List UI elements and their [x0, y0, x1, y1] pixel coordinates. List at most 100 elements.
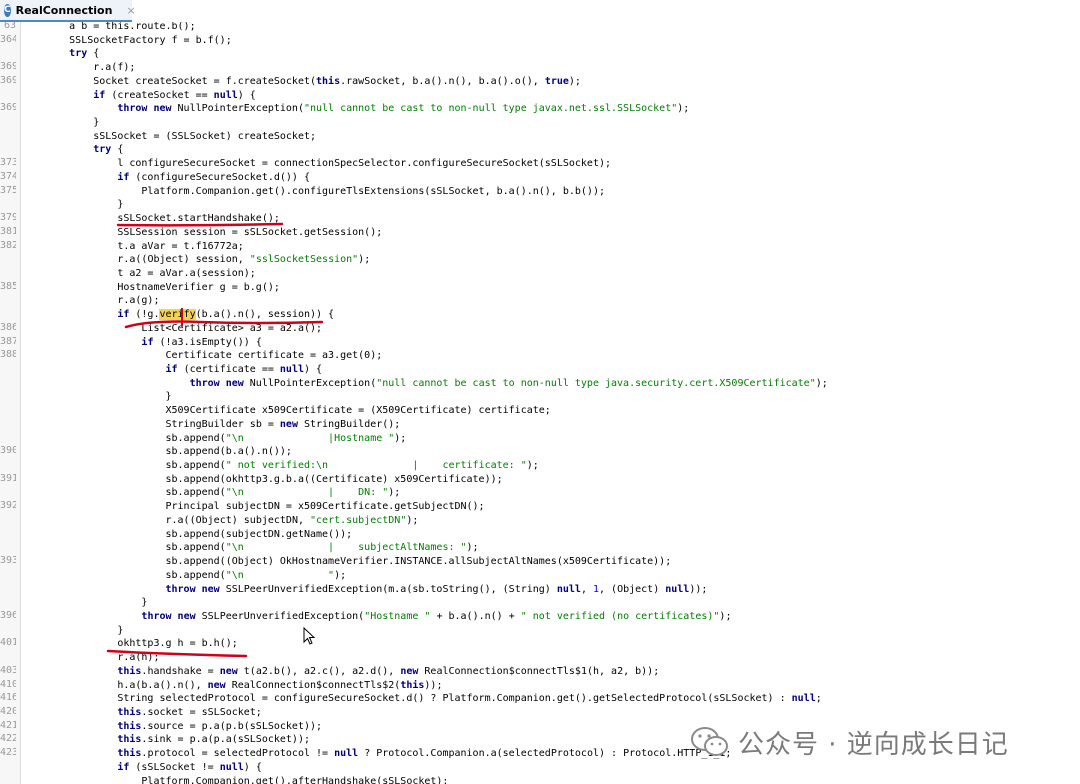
code-line[interactable]: sb.append((Object) OkHostnameVerifier.IN… — [21, 555, 671, 569]
code-line[interactable]: sb.append(b.a().n()); — [21, 445, 291, 459]
line-number: 63 — [3, 22, 16, 31]
code-token: SSLPeerUnverifiedException( — [195, 610, 365, 622]
code-line[interactable]: try { — [21, 143, 123, 157]
code-token: try — [93, 144, 112, 156]
code-token: Object — [231, 556, 268, 568]
code-line[interactable]: sSLSocket.startHandshake(); — [21, 212, 280, 226]
line-number — [0, 486, 16, 500]
code-token: throw new — [141, 610, 196, 622]
code-line[interactable]: Principal subjectDN = x509Certificate.ge… — [21, 500, 484, 514]
code-token: okhttp3.g h = b.h(); — [21, 638, 238, 650]
code-line[interactable]: SSLSession session = sSLSocket.getSessio… — [21, 226, 382, 240]
code-token: try — [69, 48, 88, 60]
code-token: "\n |Hostname " — [225, 432, 395, 444]
code-line[interactable]: List<Certificate> a3 = a2.a(); — [21, 322, 322, 336]
code-line[interactable]: sb.append("\n | subjectAltNames: "); — [21, 541, 479, 555]
code-line[interactable]: this.protocol = selectedProtocol != null… — [21, 747, 731, 761]
line-number: 416 — [0, 692, 16, 704]
line-number: 401 — [0, 637, 16, 649]
code-line[interactable]: throw new SSLPeerUnverifiedException("Ho… — [21, 610, 731, 624]
code-line[interactable]: r.a(h); — [21, 651, 159, 665]
code-line[interactable]: Certificate certificate = a3.get(0); — [21, 349, 382, 363]
code-line[interactable]: sb.append(okhttp3.g.b.a((Certificate) x5… — [21, 473, 502, 487]
code-line[interactable]: } — [21, 390, 172, 404]
tab-realconnection[interactable]: C RealConnection × — [0, 0, 136, 22]
code-line[interactable]: Socket createSocket = f.createSocket(thi… — [21, 75, 581, 89]
code-line[interactable]: r.a((Object) subjectDN, "cert.subjectDN"… — [21, 514, 418, 528]
code-line[interactable]: okhttp3.g h = b.h(); — [21, 637, 238, 651]
code-token: ) { — [304, 364, 323, 375]
code-token: )); — [689, 583, 708, 595]
code-line[interactable]: t a2 = aVar.a(session); — [21, 267, 255, 281]
code-line[interactable]: this.socket = sSLSocket; — [21, 706, 262, 720]
line-number: 410 — [0, 678, 16, 690]
code-line[interactable]: sb.append("\n | DN: "); — [21, 486, 400, 500]
code-editor[interactable]: a b = this.route.b(); SSLSocketFactory f… — [21, 22, 1080, 784]
code-line[interactable]: if (certificate == null) { — [21, 363, 323, 377]
code-line[interactable]: sb.append("\n "); — [21, 569, 346, 583]
line-number: 387 — [0, 335, 16, 347]
code-line[interactable]: this.source = p.a(p.b(sSLSocket)); — [21, 720, 322, 734]
code-token: null — [219, 761, 244, 773]
code-line[interactable]: h.a(b.a().n(), new RealConnection$connec… — [21, 679, 442, 693]
code-line[interactable]: r.a((Object) session, "sslSocketSession"… — [21, 253, 370, 267]
line-number: 393 — [0, 555, 16, 567]
line-number — [0, 89, 16, 103]
code-token: .protocol = selectedProtocol != — [141, 748, 335, 760]
code-token: r.a(h); — [21, 652, 160, 664]
code-line[interactable]: this.sink = p.a(p.a(sSLSocket)); — [21, 733, 310, 747]
code-line[interactable]: Platform.Companion.get().configureTlsExt… — [21, 185, 605, 199]
code-token: , — [580, 583, 593, 595]
code-line[interactable]: StringBuilder sb = new StringBuilder(); — [21, 418, 401, 432]
code-token: Socket createSocket = f.createSocket( — [21, 75, 317, 87]
code-token: SSLSocketFactory f = b.f(); — [21, 34, 232, 46]
code-line[interactable]: if (!a3.isEmpty()) { — [21, 336, 261, 350]
code-line[interactable]: SSLSocketFactory f = b.f(); — [21, 34, 232, 48]
line-number: 369 — [0, 61, 16, 73]
code-token: } — [21, 597, 148, 609]
code-line[interactable]: throw new NullPointerException("null can… — [21, 102, 689, 116]
code-line[interactable]: if (configureSecureSocket.d()) { — [21, 171, 310, 185]
code-token: ); — [358, 254, 371, 266]
code-line[interactable]: } — [21, 596, 147, 610]
code-line[interactable]: t.a aVar = t.f16772a; — [21, 240, 244, 254]
code-token: ); — [466, 542, 479, 554]
code-line[interactable]: } — [21, 198, 123, 212]
line-number — [0, 143, 16, 157]
code-line[interactable]: this.handshake = new t(a2.b(), a2.c(), a… — [21, 665, 659, 679]
code-token: null — [665, 583, 690, 595]
code-token: .socket = sSLSocket; — [141, 707, 262, 718]
code-line[interactable]: Platform.Companion.get().afterHandshake(… — [21, 775, 448, 784]
code-line[interactable]: sb.append(subjectDN.getName()); — [21, 528, 352, 542]
code-line[interactable]: } — [21, 624, 123, 638]
code-line[interactable]: } — [21, 116, 99, 130]
code-token: null — [334, 748, 359, 760]
line-number — [0, 651, 16, 665]
close-icon[interactable]: × — [126, 4, 135, 17]
line-number — [0, 377, 16, 391]
code-line[interactable]: r.a(f); — [21, 61, 135, 75]
code-line[interactable]: a b = this.route.b(); — [21, 22, 195, 34]
code-line[interactable]: throw new SSLPeerUnverifiedException(m.a… — [21, 583, 708, 597]
code-line[interactable]: l configureSecureSocket = connectionSpec… — [21, 157, 611, 171]
code-line[interactable]: sb.append(" not verified:\n | certificat… — [21, 459, 538, 473]
code-token: this — [117, 748, 142, 760]
code-token: Platform.Companion.get().afterHandshake(… — [21, 775, 449, 784]
code-token: throw new — [117, 103, 172, 115]
code-line[interactable]: String selectedProtocol = configureSecur… — [21, 692, 821, 706]
code-line[interactable]: if (!g.verify(b.a().n(), session)) { — [21, 308, 334, 322]
code-line[interactable]: sSLSocket = (SSLSocket) createSocket; — [21, 130, 316, 144]
code-line[interactable]: r.a(g); — [21, 294, 159, 308]
code-line[interactable]: X509Certificate x509Certificate = (X509C… — [21, 404, 550, 418]
code-token: } — [21, 391, 172, 403]
code-line[interactable]: if (createSocket == null) { — [21, 89, 256, 103]
code-token: ); — [568, 75, 581, 87]
code-line[interactable]: throw new NullPointerException("null can… — [21, 377, 828, 391]
code-line[interactable]: if (sSLSocket != null) { — [21, 761, 262, 775]
code-line[interactable]: sb.append("\n |Hostname "); — [21, 432, 406, 446]
code-token: t.a aVar = t.f16772a; — [21, 240, 244, 252]
code-line[interactable]: try { — [21, 47, 99, 61]
line-number — [0, 528, 16, 542]
code-line[interactable]: HostnameVerifier g = b.g(); — [21, 281, 280, 295]
